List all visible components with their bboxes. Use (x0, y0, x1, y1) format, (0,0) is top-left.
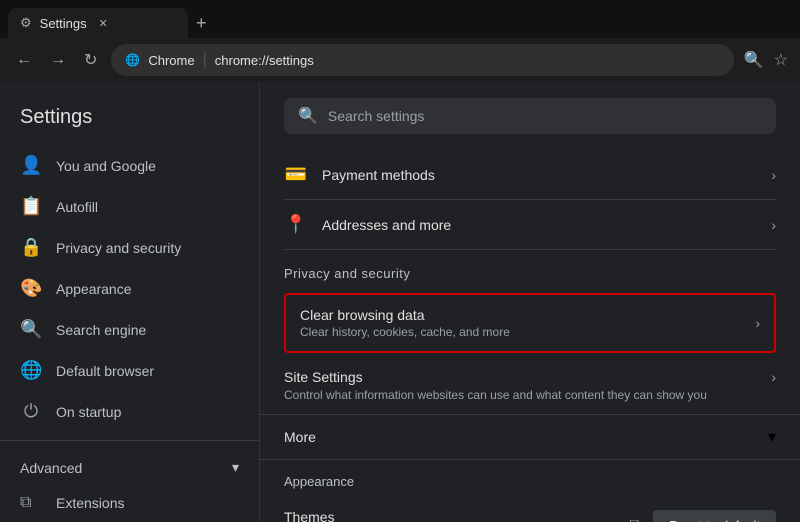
external-link-icon[interactable]: ⧉ (630, 517, 641, 522)
more-expand-icon: ▾ (768, 427, 776, 447)
address-url: chrome://settings (215, 53, 314, 68)
appearance-header: Appearance (284, 460, 776, 497)
sidebar-item-appearance[interactable]: 🎨 Appearance (0, 268, 259, 309)
privacy-section-header: Privacy and security (260, 250, 800, 289)
address-divider: | (203, 51, 207, 69)
sidebar-advanced-section: Advanced ▾ (0, 440, 259, 486)
themes-left: Themes Just Black (284, 509, 339, 522)
sidebar-item-extensions[interactable]: ⧉ Extensions (0, 486, 259, 516)
sidebar-label-privacy: Privacy and security (56, 240, 181, 256)
search-icon: 🔍 (298, 106, 318, 126)
more-label: More (284, 429, 316, 445)
clear-browsing-row[interactable]: Clear browsing data Clear history, cooki… (284, 293, 776, 353)
themes-title: Themes (284, 509, 339, 522)
sidebar-title: Settings (0, 98, 259, 145)
search-bar: 🔍 (260, 82, 800, 150)
tab-bar: ⚙ Settings ✕ + (0, 0, 800, 38)
startup-icon: ⏻ (20, 401, 42, 422)
clear-browsing-inner: Clear browsing data Clear history, cooki… (286, 295, 774, 351)
sidebar-item-search[interactable]: 🔍 Search engine (0, 309, 259, 350)
toolbar-right: 🔍 ☆ (744, 50, 788, 70)
extensions-icon: ⧉ (20, 494, 42, 512)
advanced-arrow-icon: ▾ (232, 459, 239, 476)
payment-label: Payment methods (322, 167, 435, 183)
sidebar-item-startup[interactable]: ⏻ On startup (0, 391, 259, 432)
tab-favicon: ⚙ (20, 15, 32, 31)
payment-row-left: 💳 Payment methods (284, 164, 435, 185)
addresses-row[interactable]: 📍 Addresses and more › (284, 200, 776, 250)
tab-close-button[interactable]: ✕ (99, 17, 108, 30)
search-engine-icon: 🔍 (20, 319, 42, 340)
more-row[interactable]: More ▾ (260, 415, 800, 460)
payment-methods-row[interactable]: 💳 Payment methods › (284, 150, 776, 200)
browser-chrome: ⚙ Settings ✕ + ← → ↻ 🌐 Chrome | chrome:/… (0, 0, 800, 82)
active-tab[interactable]: ⚙ Settings ✕ (8, 8, 188, 38)
autofill-section: 💳 Payment methods › 📍 Addresses and more… (260, 150, 800, 250)
clear-browsing-subtitle: Clear history, cookies, cache, and more (300, 325, 510, 339)
refresh-button[interactable]: ↻ (80, 46, 101, 74)
back-button[interactable]: ← (12, 47, 36, 73)
search-input-wrap[interactable]: 🔍 (284, 98, 776, 134)
sidebar-item-default-browser[interactable]: 🌐 Default browser (0, 350, 259, 391)
sidebar-item-about-chrome[interactable]: About Chrome (0, 516, 259, 522)
search-input[interactable] (328, 108, 762, 124)
themes-right: ⧉ Reset to default (630, 510, 777, 522)
tab-title: Settings (40, 16, 87, 31)
settings-page: Settings 👤 You and Google 📋 Autofill 🔒 P… (0, 82, 800, 522)
clear-browsing-chevron-icon: › (755, 315, 760, 331)
sidebar: Settings 👤 You and Google 📋 Autofill 🔒 P… (0, 82, 260, 522)
sidebar-item-autofill[interactable]: 📋 Autofill (0, 186, 259, 227)
site-icon: 🌐 (125, 53, 140, 67)
sidebar-label-appearance: Appearance (56, 281, 132, 297)
addresses-chevron-icon: › (771, 217, 776, 233)
appearance-icon: 🎨 (20, 278, 42, 299)
sidebar-advanced[interactable]: Advanced ▾ (0, 449, 259, 486)
person-icon: 👤 (20, 155, 42, 176)
bookmark-icon[interactable]: ☆ (774, 50, 788, 70)
lock-icon: 🔒 (20, 237, 42, 258)
site-name: Chrome (148, 53, 194, 68)
sidebar-label-you-and-google: You and Google (56, 158, 156, 174)
reset-to-default-button[interactable]: Reset to default (653, 510, 776, 522)
site-settings-title: Site Settings (284, 369, 707, 385)
themes-row: Themes Just Black ⧉ Reset to default (284, 497, 776, 522)
sidebar-label-search: Search engine (56, 322, 146, 338)
addresses-row-left: 📍 Addresses and more (284, 214, 451, 235)
addresses-icon: 📍 (284, 214, 308, 235)
autofill-icon: 📋 (20, 196, 42, 217)
sidebar-label-default-browser: Default browser (56, 363, 154, 379)
toolbar: ← → ↻ 🌐 Chrome | chrome://settings 🔍 ☆ (0, 38, 800, 82)
sidebar-label-extensions: Extensions (56, 495, 124, 511)
clear-browsing-title: Clear browsing data (300, 307, 510, 323)
site-settings-chevron-icon: › (771, 369, 776, 385)
main-content: 🔍 💳 Payment methods › 📍 Addresses and mo… (260, 82, 800, 522)
forward-button[interactable]: → (46, 47, 70, 73)
payment-icon: 💳 (284, 164, 308, 185)
addresses-label: Addresses and more (322, 217, 451, 233)
browser-icon: 🌐 (20, 360, 42, 381)
clear-browsing-text: Clear browsing data Clear history, cooki… (300, 307, 510, 339)
new-tab-button[interactable]: + (196, 13, 207, 34)
payment-chevron-icon: › (771, 167, 776, 183)
sidebar-label-startup: On startup (56, 404, 121, 420)
address-bar[interactable]: 🌐 Chrome | chrome://settings (111, 44, 733, 76)
appearance-section: Appearance Themes Just Black ⧉ Reset to … (260, 460, 800, 522)
sidebar-item-you-and-google[interactable]: 👤 You and Google (0, 145, 259, 186)
search-icon[interactable]: 🔍 (744, 50, 764, 70)
site-settings-row[interactable]: Site Settings Control what information w… (260, 357, 800, 415)
advanced-label: Advanced (20, 460, 82, 476)
site-settings-text: Site Settings Control what information w… (284, 369, 707, 402)
sidebar-label-autofill: Autofill (56, 199, 98, 215)
site-settings-subtitle: Control what information websites can us… (284, 388, 707, 402)
sidebar-item-privacy[interactable]: 🔒 Privacy and security (0, 227, 259, 268)
